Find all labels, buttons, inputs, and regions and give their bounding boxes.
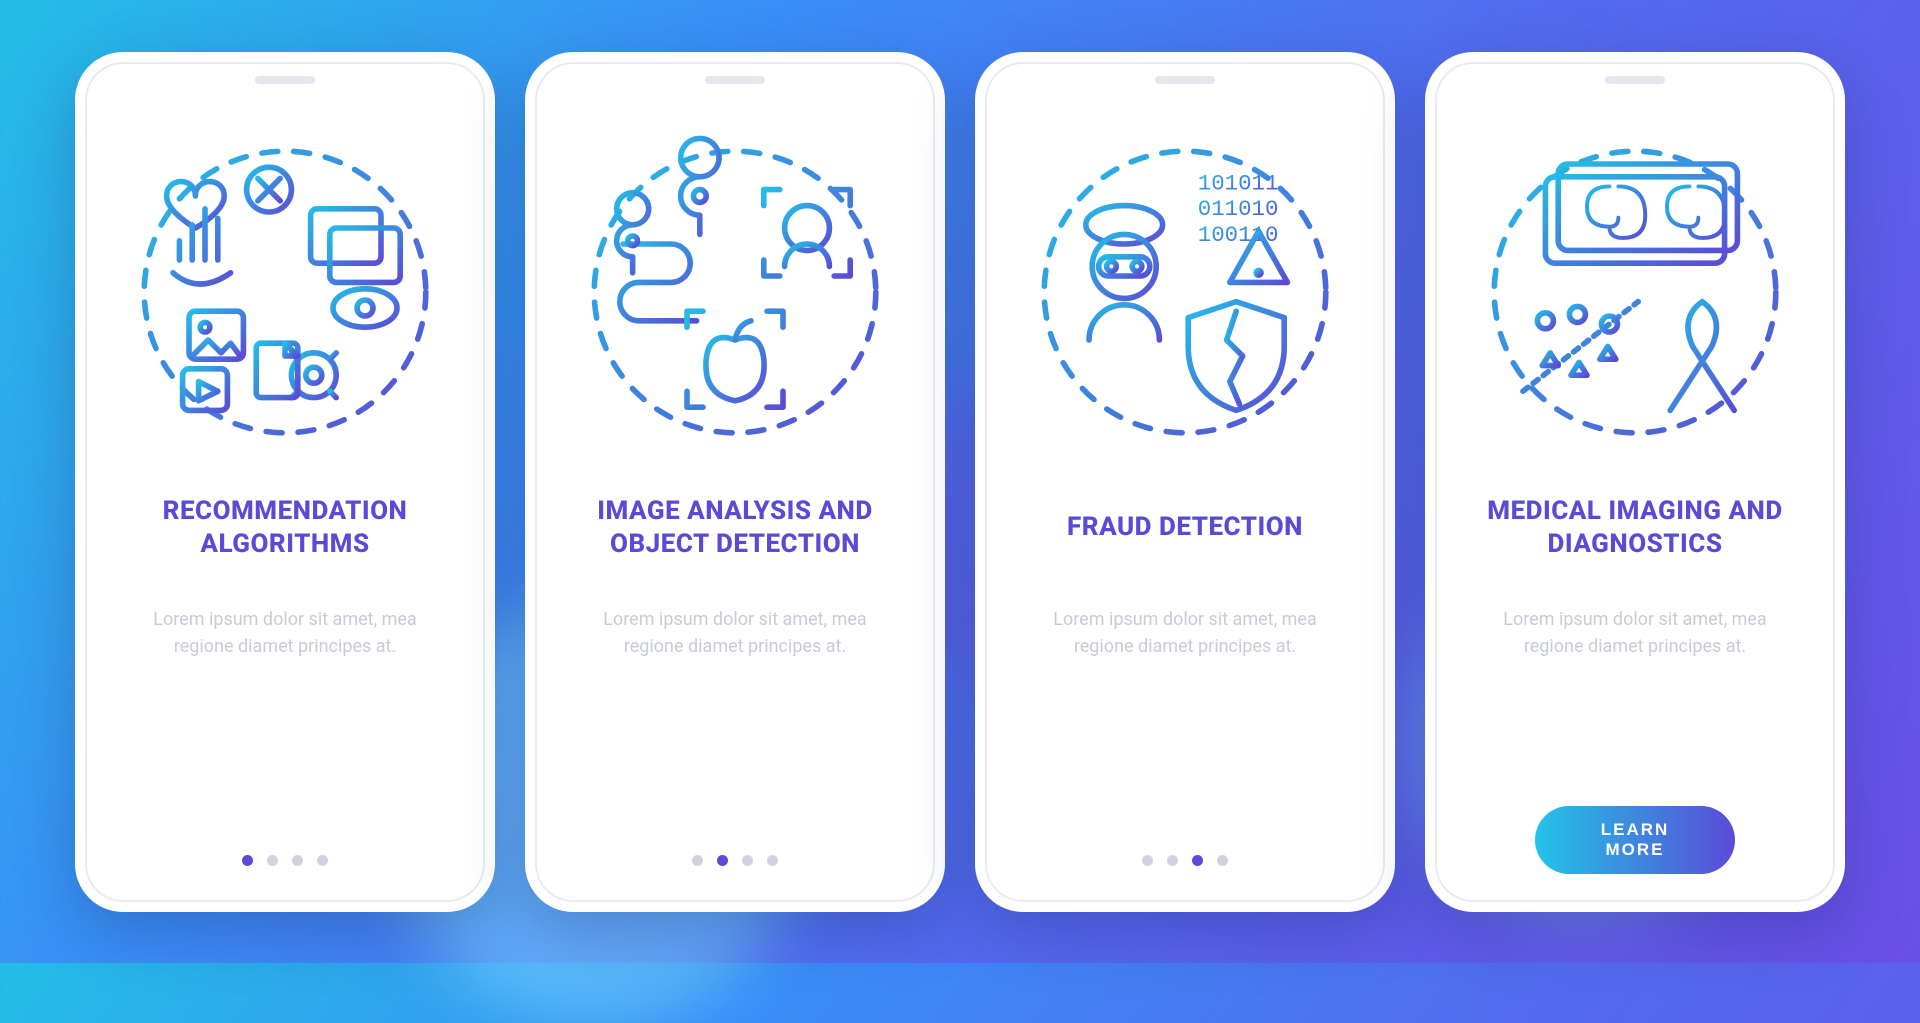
learn-more-button[interactable]: LEARN MORE [1535, 806, 1735, 874]
screen-description: Lorem ipsum dolor sit amet, mea regione … [563, 606, 907, 662]
page-dot[interactable] [1192, 855, 1203, 866]
svg-text:101011: 101011 [1198, 170, 1279, 196]
page-dot[interactable] [292, 855, 303, 866]
onboarding-screen: RECOMMENDATION ALGORITHMS Lorem ipsum dol… [75, 52, 495, 912]
medical-imaging-icon [1475, 132, 1795, 452]
page-dot[interactable] [692, 855, 703, 866]
page-dot[interactable] [267, 855, 278, 866]
page-indicator [692, 855, 778, 866]
image-analysis-icon [575, 132, 895, 452]
page-dot[interactable] [242, 855, 253, 866]
page-dot[interactable] [1167, 855, 1178, 866]
onboarding-screen: MEDICAL IMAGING AND DIAGNOSTICS Lorem ips… [1425, 52, 1845, 912]
page-dot[interactable] [317, 855, 328, 866]
screen-title: IMAGE ANALYSIS AND OBJECT DETECTION [563, 492, 907, 564]
onboarding-screen: 101011 011010 100110 FRAUD DETECTION Lore… [975, 52, 1395, 912]
screen-description: Lorem ipsum dolor sit amet, mea regione … [1463, 606, 1807, 662]
screen-description: Lorem ipsum dolor sit amet, mea regione … [1013, 606, 1357, 662]
fraud-detection-icon: 101011 011010 100110 [1025, 132, 1345, 452]
page-indicator [242, 855, 328, 866]
page-indicator [1142, 855, 1228, 866]
page-dot[interactable] [1142, 855, 1153, 866]
page-dot[interactable] [717, 855, 728, 866]
screen-title: MEDICAL IMAGING AND DIAGNOSTICS [1463, 492, 1807, 564]
engagement-icon [125, 132, 445, 452]
page-dot[interactable] [742, 855, 753, 866]
screen-title: FRAUD DETECTION [1061, 492, 1309, 564]
page-dot[interactable] [1217, 855, 1228, 866]
screen-title: RECOMMENDATION ALGORITHMS [113, 492, 457, 564]
onboarding-screen: IMAGE ANALYSIS AND OBJECT DETECTION Lorem… [525, 52, 945, 912]
page-dot[interactable] [767, 855, 778, 866]
screen-description: Lorem ipsum dolor sit amet, mea regione … [113, 606, 457, 662]
svg-text:011010: 011010 [1198, 196, 1279, 222]
